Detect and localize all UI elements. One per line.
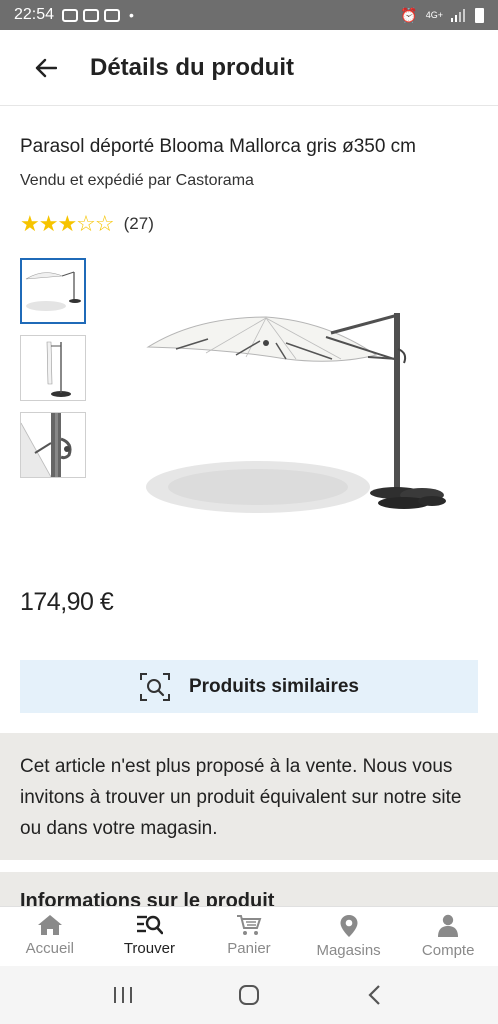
- review-count: (27): [123, 214, 154, 233]
- nav-label: Magasins: [316, 942, 381, 959]
- product-price: 174,90 €: [20, 588, 114, 616]
- back-button[interactable]: [26, 48, 66, 88]
- nav-label: Compte: [421, 942, 475, 959]
- bottom-navigation: Accueil Trouver Panier Magasins Compte: [0, 906, 498, 966]
- parasol-detail-thumbnail-image: [21, 413, 72, 477]
- discontinued-notice: Cet article n'est plus proposé à la vent…: [0, 733, 498, 860]
- nav-item-accueil[interactable]: Accueil: [0, 907, 100, 966]
- nav-item-trouver[interactable]: Trouver: [100, 907, 200, 966]
- network-type: 4G+: [425, 10, 443, 20]
- youtube-icon: [104, 8, 121, 22]
- system-navigation-bar: [0, 966, 498, 1024]
- star-full-icon: ★★★: [20, 211, 77, 236]
- notification-icons: •: [62, 7, 134, 23]
- youtube-icon: [83, 8, 100, 22]
- parasol-image: [146, 313, 446, 513]
- seller-info: Vendu et expédié par Castorama: [20, 172, 254, 189]
- signal-icon: [451, 8, 465, 22]
- visual-search-icon: [139, 672, 170, 701]
- product-main-image[interactable]: [136, 255, 448, 567]
- nav-item-panier[interactable]: Panier: [199, 907, 299, 966]
- product-title: Parasol déporté Blooma Mallorca gris ø35…: [20, 136, 417, 157]
- cart-icon: [236, 915, 262, 935]
- recent-apps-button[interactable]: [103, 975, 143, 1015]
- person-icon: [438, 914, 459, 937]
- thumbnail-1[interactable]: [20, 258, 86, 324]
- parasol-thumbnail-image: [25, 271, 81, 311]
- thumbnail-2[interactable]: [20, 335, 86, 401]
- parasol-closed-thumbnail-image: [46, 341, 71, 397]
- status-right: ⏰ 4G+: [400, 7, 484, 24]
- location-pin-icon: [340, 915, 358, 937]
- page-title: Détails du produit: [90, 53, 294, 81]
- nav-label: Panier: [227, 940, 271, 957]
- search-list-icon: [137, 915, 164, 935]
- chevron-left-icon: [368, 985, 380, 1005]
- nav-label: Trouver: [123, 940, 175, 957]
- similar-products-button[interactable]: Produits similaires: [20, 660, 478, 713]
- arrow-left-icon: [35, 58, 57, 77]
- home-circle-icon: [239, 985, 259, 1005]
- nav-item-compte[interactable]: Compte: [398, 907, 498, 966]
- nav-label: Accueil: [25, 940, 74, 957]
- status-time: 22:54: [14, 6, 55, 23]
- notice-text: Cet article n'est plus proposé à la vent…: [20, 756, 462, 839]
- rating-stars: ★★★☆☆: [20, 211, 115, 236]
- app-header: Détails du produit: [0, 30, 498, 106]
- star-empty-icon: ☆☆: [76, 211, 114, 236]
- home-icon: [37, 915, 62, 935]
- more-notifications-icon: •: [129, 7, 134, 23]
- home-button[interactable]: [229, 975, 269, 1015]
- status-bar: 22:54 • ⏰ 4G+: [0, 0, 498, 30]
- battery-icon: [475, 7, 484, 23]
- instagram-icon: [62, 8, 79, 22]
- alarm-icon: ⏰: [400, 6, 418, 23]
- thumbnail-3[interactable]: [20, 412, 86, 478]
- product-rating[interactable]: ★★★☆☆ (27): [20, 213, 154, 235]
- nav-item-magasins[interactable]: Magasins: [299, 907, 399, 966]
- recent-apps-icon: [114, 987, 132, 1003]
- similar-products-label: Produits similaires: [188, 675, 359, 697]
- system-back-button[interactable]: [355, 975, 395, 1015]
